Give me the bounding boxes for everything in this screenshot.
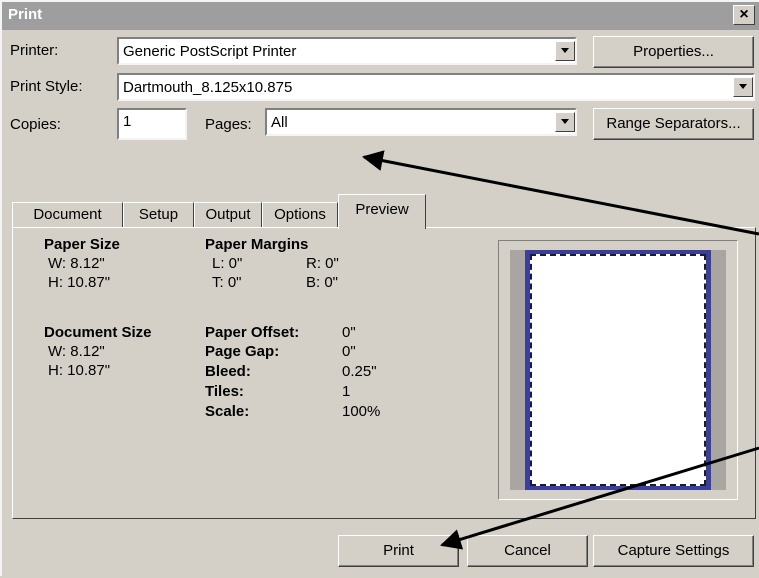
document-size-heading: Document Size [44, 324, 152, 341]
margin-left: L: 0" [212, 255, 243, 272]
page-preview-page [530, 254, 706, 486]
paper-offset-value: 0" [342, 324, 356, 341]
title-bar: Print × [2, 2, 759, 30]
properties-button[interactable]: Properties... [593, 36, 754, 68]
tab-options[interactable]: Options [262, 202, 338, 228]
tiles-label: Tiles: [205, 383, 244, 400]
printer-dropdown-arrow-icon[interactable] [555, 41, 575, 61]
printer-select[interactable]: Generic PostScript Printer [117, 37, 577, 65]
pages-select[interactable]: All [265, 108, 577, 136]
document-size-width: W: 8.12" [48, 343, 105, 360]
pages-value: All [271, 114, 288, 131]
window-title: Print [8, 6, 43, 23]
scale-value: 100% [342, 403, 381, 420]
pages-label: Pages: [205, 116, 252, 133]
paper-offset-label: Paper Offset: [205, 324, 300, 341]
pages-dropdown-arrow-icon[interactable] [555, 112, 575, 132]
margin-top: T: 0" [212, 274, 242, 291]
close-button[interactable]: × [733, 5, 755, 25]
printer-label: Printer: [10, 42, 59, 59]
page-gap-label: Page Gap: [205, 343, 280, 360]
paper-size-height: H: 10.87" [48, 274, 111, 291]
print-style-select[interactable]: Dartmouth_8.125x10.875 [117, 73, 755, 101]
page-gap-value: 0" [342, 343, 356, 360]
capture-settings-button[interactable]: Capture Settings [593, 535, 754, 567]
copies-value: 1 [123, 113, 132, 130]
print-style-label: Print Style: [10, 78, 83, 95]
tab-preview[interactable]: Preview [338, 194, 426, 229]
tab-output[interactable]: Output [194, 202, 262, 228]
cancel-button[interactable]: Cancel [467, 535, 588, 567]
print-style-dropdown-arrow-icon[interactable] [733, 77, 753, 97]
document-size-height: H: 10.87" [48, 362, 111, 379]
printer-value: Generic PostScript Printer [123, 43, 297, 60]
bleed-value: 0.25" [342, 363, 377, 380]
copies-label: Copies: [10, 116, 61, 133]
print-button[interactable]: Print [338, 535, 459, 567]
paper-size-width: W: 8.12" [48, 255, 105, 272]
range-separators-button[interactable]: Range Separators... [593, 108, 754, 140]
margin-right: R: 0" [306, 255, 339, 272]
margin-bottom: B: 0" [306, 274, 339, 291]
tiles-value: 1 [342, 383, 351, 400]
scale-label: Scale: [205, 403, 250, 420]
print-style-value: Dartmouth_8.125x10.875 [123, 79, 293, 96]
print-dialog: Print × Printer: Generic PostScript Prin… [0, 0, 759, 576]
paper-margins-heading: Paper Margins [205, 236, 309, 253]
bleed-label: Bleed: [205, 363, 251, 380]
paper-size-heading: Paper Size [44, 236, 120, 253]
tab-document[interactable]: Document [12, 202, 123, 228]
copies-input[interactable]: 1 [117, 108, 187, 140]
tab-setup[interactable]: Setup [123, 202, 194, 228]
